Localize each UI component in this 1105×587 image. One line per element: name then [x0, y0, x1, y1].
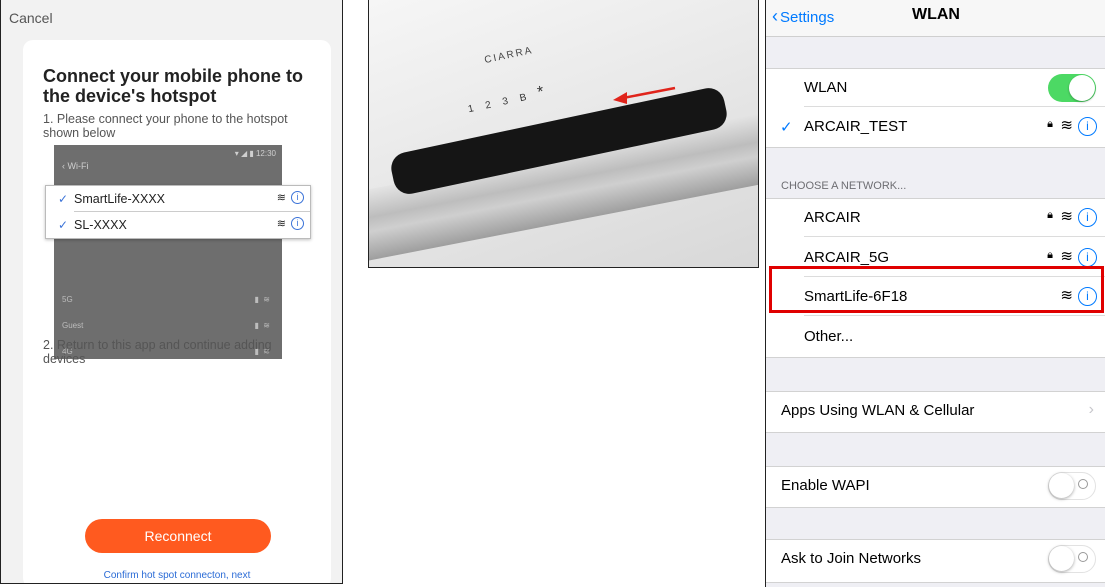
wlan-toggle[interactable] [1048, 74, 1096, 102]
phone-wifi-row: Guest ▮ ≋ [62, 321, 270, 330]
phone-wifi-row: 5G ▮ ≋ [62, 295, 270, 304]
ask-to-join-toggle[interactable] [1048, 545, 1096, 573]
page-title: Connect your mobile phone to the device'… [43, 66, 303, 106]
checkmark-icon: ✓ [58, 192, 69, 206]
wlan-toggle-row: WLAN [766, 69, 1105, 107]
status-time: ▾ ◢ ▮ 12:30 [234, 149, 276, 158]
wifi-icon: ≋ [276, 192, 286, 204]
page-title: WLAN [912, 6, 960, 23]
section-header: CHOOSE A NETWORK... [781, 180, 907, 192]
checkmark-icon: ✓ [58, 218, 69, 232]
checkmark-icon: ✓ [780, 119, 793, 136]
apps-group: Apps Using WLAN & Cellular › [766, 391, 1105, 433]
wifi-icon: ≋ [1060, 208, 1073, 225]
info-icon[interactable]: i [1078, 208, 1097, 227]
chevron-right-icon: › [1088, 401, 1094, 418]
wapi-toggle[interactable] [1048, 472, 1096, 500]
wifi-back-title: ‹ Wi-Fi [62, 161, 89, 171]
reconnect-button[interactable]: Reconnect [85, 519, 271, 553]
wifi-icon: ≋ [1060, 117, 1073, 134]
navigation-bar: ‹ Settings WLAN [766, 0, 1105, 37]
hotspot-guide-screen: Cancel Connect your mobile phone to the … [0, 0, 343, 584]
cancel-button[interactable]: Cancel [9, 10, 53, 26]
phone-wifi-illustration: ▾ ◢ ▮ 12:30 ‹ Wi-Fi 5G ▮ ≋ Guest ▮ ≋ 4G ▮ ≋ [54, 145, 282, 359]
hotspot-row[interactable]: ✓ SL-XXXX ≋ i [46, 214, 310, 236]
device-keypad: 1 2 3 B * [467, 83, 546, 116]
lock-wifi-icon: ▮ ≋ [254, 295, 270, 304]
red-arrow-icon [613, 86, 676, 104]
enable-wapi-row: Enable WAPI [766, 467, 1105, 505]
brand-logo: CIARRA [483, 44, 535, 67]
wapi-group: Enable WAPI [766, 466, 1105, 508]
info-icon[interactable]: i [291, 217, 304, 230]
hotspot-row[interactable]: ✓ SmartLife-XXXX ≋ i [46, 188, 310, 210]
network-row[interactable]: ARCAIR 🔒︎ ≋ i [766, 199, 1105, 237]
highlight-box [769, 266, 1104, 313]
wifi-icon: ≋ [276, 218, 286, 230]
wlan-settings-screen: ‹ Settings WLAN WLAN ✓ ARCAIR_TEST 🔒︎ ≋ i… [765, 0, 1105, 587]
info-icon[interactable]: i [1078, 248, 1097, 267]
guide-card: Connect your mobile phone to the device'… [23, 40, 331, 583]
step-one-text: 1. Please connect your phone to the hots… [43, 112, 288, 140]
confirm-hotspot-link[interactable]: Confirm hot spot connecton, next [23, 570, 331, 581]
lock-icon: 🔒︎ [1047, 209, 1053, 221]
apps-using-row[interactable]: Apps Using WLAN & Cellular › [766, 392, 1105, 430]
info-icon[interactable]: i [291, 191, 304, 204]
ask-join-group: Ask to Join Networks [766, 539, 1105, 583]
ask-to-join-row: Ask to Join Networks [766, 540, 1105, 578]
lock-wifi-icon: ▮ ≋ [254, 321, 270, 330]
wlan-group: WLAN ✓ ARCAIR_TEST 🔒︎ ≋ i [766, 68, 1105, 148]
device-photo: CIARRA 1 2 3 B * [368, 0, 759, 268]
info-icon[interactable]: i [1078, 117, 1097, 136]
step-two-text: 2. Return to this app and continue addin… [43, 338, 272, 366]
divider [74, 211, 310, 212]
wifi-icon: ≋ [1060, 248, 1073, 265]
hotspot-list-popup: ✓ SmartLife-XXXX ≋ i ✓ SL-XXXX ≋ i [45, 185, 311, 239]
lock-icon: 🔒︎ [1047, 249, 1053, 261]
connected-network-row[interactable]: ✓ ARCAIR_TEST 🔒︎ ≋ i [766, 108, 1105, 146]
other-network-row[interactable]: Other... [766, 318, 1105, 356]
lock-icon: 🔒︎ [1047, 118, 1053, 130]
